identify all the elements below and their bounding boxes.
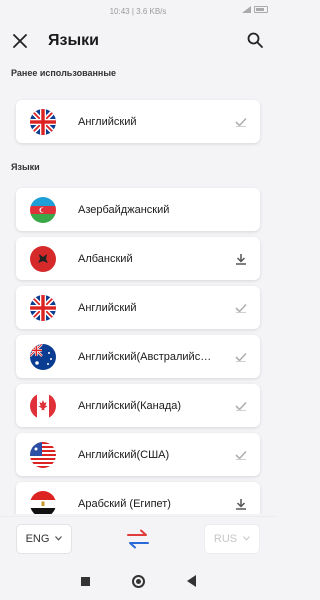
chevron-down-icon — [243, 536, 251, 541]
check-icon — [235, 352, 247, 362]
language-status[interactable] — [234, 252, 248, 266]
language-status[interactable] — [234, 497, 248, 511]
language-item-uk[interactable]: Английский — [16, 100, 260, 143]
previous-list: Английский — [0, 100, 276, 145]
flag-al-icon — [30, 245, 56, 272]
language-name: Английский(США) — [78, 448, 170, 461]
language-name: Азербайджанский — [78, 203, 170, 216]
flag-eg-icon — [30, 490, 56, 514]
swap-languages-button[interactable] — [72, 529, 204, 549]
previous-section-label: Ранее использованные — [11, 68, 117, 78]
recents-icon[interactable] — [80, 576, 90, 586]
header: Языки — [0, 22, 276, 60]
flag-au-icon — [30, 343, 56, 370]
check-icon — [235, 401, 247, 411]
check-icon — [235, 303, 247, 313]
status-bar: 10:43 | 3.6 KB/s — [0, 0, 276, 22]
language-status — [234, 350, 248, 364]
flag-ca-icon — [30, 392, 56, 419]
bottom-bar: ENG RUS — [0, 516, 276, 560]
languages-section-label: Языки — [11, 162, 40, 172]
language-status — [234, 115, 248, 129]
flag-uk-icon — [30, 108, 56, 135]
check-icon — [235, 117, 247, 127]
language-item-au[interactable]: Английский(Австралийс… — [16, 335, 260, 378]
language-status — [234, 399, 248, 413]
language-status — [234, 203, 248, 217]
check-icon — [235, 450, 247, 460]
download-icon — [236, 498, 246, 510]
language-name: Английский(Канада) — [78, 399, 182, 412]
source-language-button[interactable]: ENG — [16, 523, 72, 554]
language-status — [234, 448, 248, 462]
search-icon[interactable] — [246, 31, 266, 51]
signal-icon — [242, 6, 251, 13]
target-language-label: RUS — [213, 532, 238, 545]
language-name: Албанский — [78, 252, 133, 265]
flag-az-icon — [30, 196, 56, 223]
language-item-eg[interactable]: Арабский (Египет) — [16, 482, 260, 514]
language-name: Английский — [78, 301, 137, 314]
target-language-button[interactable]: RUS — [204, 523, 260, 554]
back-icon[interactable] — [186, 575, 196, 587]
language-status — [234, 301, 248, 315]
language-name: Английский(Австралийс… — [78, 350, 212, 363]
language-name: Арабский (Египет) — [78, 497, 171, 510]
close-icon[interactable] — [10, 31, 30, 51]
home-icon[interactable] — [131, 574, 145, 588]
page-title: Языки — [48, 32, 99, 49]
flag-uk-icon — [30, 294, 56, 321]
download-icon — [236, 253, 246, 265]
source-language-label: ENG — [25, 532, 50, 545]
flag-us-icon — [30, 441, 56, 468]
status-time-speed: 10:43 | 3.6 KB/s — [109, 6, 167, 16]
system-nav-bar — [0, 562, 276, 600]
language-item-us[interactable]: Английский(США) — [16, 433, 260, 476]
languages-list: Азербайджанский Албанский Английский Англий… — [0, 184, 276, 514]
language-item-al[interactable]: Албанский — [16, 237, 260, 280]
language-item-ca[interactable]: Английский(Канада) — [16, 384, 260, 427]
language-item-uk[interactable]: Английский — [16, 286, 260, 329]
battery-icon — [254, 6, 268, 13]
language-name: Английский — [78, 115, 137, 128]
chevron-down-icon — [55, 536, 63, 541]
swap-icon — [127, 529, 149, 548]
language-item-az[interactable]: Азербайджанский — [16, 188, 260, 231]
